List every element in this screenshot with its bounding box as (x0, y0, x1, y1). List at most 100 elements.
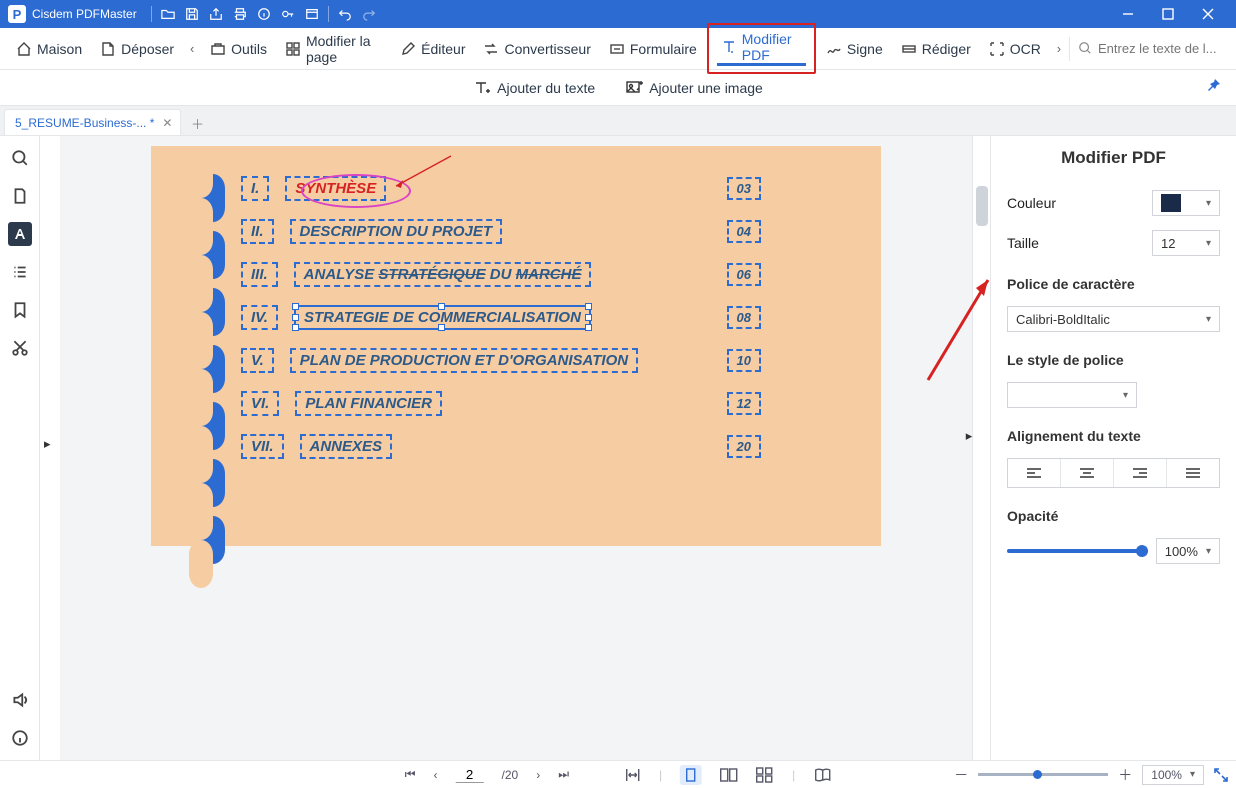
nav-modifier-pdf[interactable]: Modifier PDF (717, 31, 806, 66)
add-image-button[interactable]: Ajouter une image (625, 79, 763, 97)
align-justify-button[interactable] (1167, 459, 1219, 487)
page-panel-icon[interactable] (8, 184, 32, 208)
help-icon[interactable] (8, 726, 32, 750)
next-page-button[interactable]: › (536, 768, 540, 782)
redo-icon[interactable] (357, 2, 381, 26)
toc-page[interactable]: 10 (727, 349, 761, 372)
vertical-scrollbar[interactable]: ▸ (972, 136, 990, 760)
toc-page[interactable]: 12 (727, 392, 761, 415)
save-icon[interactable] (180, 2, 204, 26)
align-center-button[interactable] (1061, 459, 1114, 487)
right-panel-toggle[interactable]: ▸ (964, 416, 974, 456)
zoom-dropdown[interactable]: 100% ▾ (1142, 765, 1204, 785)
zoom-out-button[interactable]: － (954, 765, 968, 785)
tab-close-icon[interactable]: ✕ (162, 116, 172, 130)
expand-left-icon[interactable]: ▸ (44, 436, 51, 452)
sound-icon[interactable] (8, 688, 32, 712)
open-icon[interactable] (156, 2, 180, 26)
toc-number[interactable]: I. (241, 176, 269, 201)
nav-modifier-page[interactable]: Modifier la page (277, 29, 390, 69)
page-scroll[interactable]: I. SYNTHÈSE 03 II. DESCRIPTION DU PROJET 04 II… (60, 136, 972, 760)
nav-modifier-pdf-highlight: Modifier PDF (707, 23, 816, 74)
nav-scroll-left[interactable]: ‹ (184, 41, 200, 56)
prev-page-button[interactable]: ‹ (434, 768, 438, 782)
outline-panel-icon[interactable] (8, 260, 32, 284)
toc-heading[interactable]: PLAN DE PRODUCTION ET D'ORGANISATION (290, 348, 638, 373)
nav-rediger[interactable]: Rédiger (893, 29, 979, 69)
zoom-knob[interactable] (1033, 770, 1042, 779)
search-box[interactable] (1069, 37, 1228, 61)
two-page-icon[interactable] (720, 767, 738, 783)
reduce-icon[interactable] (300, 2, 324, 26)
toc-heading[interactable]: SYNTHÈSE (285, 176, 386, 201)
share-icon[interactable] (204, 2, 228, 26)
maximize-button[interactable] (1148, 0, 1188, 28)
align-left-button[interactable] (1008, 459, 1061, 487)
toc-number[interactable]: IV. (241, 305, 278, 330)
print-icon[interactable] (228, 2, 252, 26)
search-input[interactable] (1098, 41, 1228, 56)
nav-label: OCR (1010, 41, 1041, 57)
toc-number[interactable]: VII. (241, 434, 284, 459)
toc-heading[interactable]: ANNEXES (300, 434, 393, 459)
size-dropdown[interactable]: 12 ▾ (1152, 230, 1220, 256)
nav-formulaire[interactable]: Formulaire (601, 29, 705, 69)
toc-number[interactable]: V. (241, 348, 274, 373)
toc-heading[interactable]: DESCRIPTION DU PROJET (290, 219, 503, 244)
last-page-button[interactable]: ⏭ (558, 767, 569, 782)
nav-maison[interactable]: Maison (8, 29, 90, 69)
wave-decoration (201, 516, 225, 564)
opacity-dropdown[interactable]: 100% ▾ (1156, 538, 1220, 564)
search-panel-icon[interactable] (8, 146, 32, 170)
home-icon (16, 41, 32, 57)
nav-scroll-right[interactable]: › (1051, 41, 1067, 56)
color-dropdown[interactable]: ▾ (1152, 190, 1220, 216)
fit-width-icon[interactable] (625, 767, 641, 783)
bookmark-panel-icon[interactable] (8, 298, 32, 322)
toc-number[interactable]: III. (241, 262, 278, 287)
undo-icon[interactable] (333, 2, 357, 26)
font-dropdown[interactable]: Calibri-BoldItalic ▾ (1007, 306, 1220, 332)
zoom-in-button[interactable]: ＋ (1118, 765, 1132, 785)
scrollbar-thumb[interactable] (976, 186, 988, 226)
toc-number[interactable]: VI. (241, 391, 279, 416)
opacity-slider[interactable] (1007, 549, 1148, 553)
page-input[interactable] (456, 767, 484, 783)
toc-page[interactable]: 06 (727, 263, 761, 286)
toc-number[interactable]: II. (241, 219, 274, 244)
close-button[interactable] (1188, 0, 1228, 28)
pin-button[interactable] (1206, 78, 1222, 94)
add-text-button[interactable]: Ajouter du texte (473, 79, 595, 97)
continuous-page-icon[interactable] (756, 767, 774, 783)
toc-page[interactable]: 03 (727, 177, 761, 200)
new-tab-button[interactable]: ＋ (185, 111, 209, 135)
read-mode-icon[interactable] (813, 767, 831, 783)
font-panel-icon[interactable] (8, 222, 32, 246)
nav-ocr[interactable]: OCR (981, 29, 1049, 69)
document-tab[interactable]: 5_RESUME-Business-... * ✕ (4, 109, 181, 135)
toc-page[interactable]: 08 (727, 306, 761, 329)
toc-heading[interactable]: PLAN FINANCIER (295, 391, 442, 416)
toc-heading[interactable]: STRATEGIE DE COMMERCIALISATION (294, 305, 591, 330)
fullscreen-button[interactable] (1214, 768, 1228, 782)
pdf-page[interactable]: I. SYNTHÈSE 03 II. DESCRIPTION DU PROJET 04 II… (151, 146, 881, 546)
slider-knob[interactable] (1136, 545, 1148, 557)
font-style-dropdown[interactable]: ▾ (1007, 382, 1137, 408)
nav-deposer[interactable]: Déposer (92, 29, 182, 69)
single-page-icon[interactable] (680, 765, 702, 785)
nav-outils[interactable]: Outils (202, 29, 275, 69)
first-page-button[interactable]: ⏮ (405, 767, 416, 782)
nav-convertisseur[interactable]: Convertisseur (475, 29, 598, 69)
cut-panel-icon[interactable] (8, 336, 32, 360)
minimize-button[interactable] (1108, 0, 1148, 28)
key-icon[interactable] (276, 2, 300, 26)
toc-heading[interactable]: ANALYSE STRATÉGIQUE DU MARCHÉ (294, 262, 592, 287)
toc-page[interactable]: 04 (727, 220, 761, 243)
nav-editeur[interactable]: Éditeur (392, 29, 473, 69)
left-gutter: ▸ (40, 136, 60, 760)
zoom-slider[interactable] (978, 773, 1108, 776)
align-right-button[interactable] (1114, 459, 1167, 487)
toc-page[interactable]: 20 (727, 435, 761, 458)
nav-signe[interactable]: Signe (818, 29, 891, 69)
info-icon[interactable] (252, 2, 276, 26)
